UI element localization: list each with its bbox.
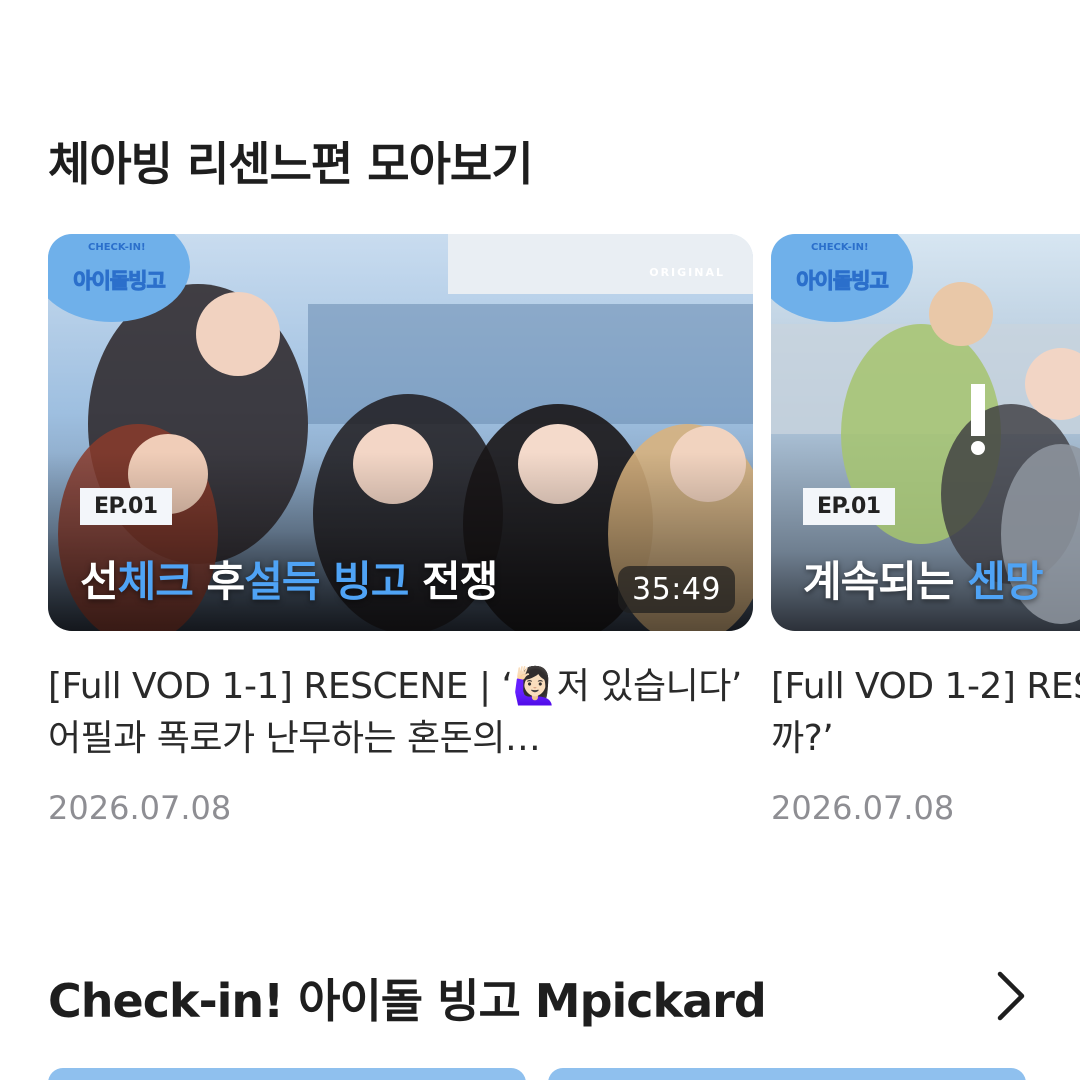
mpickard-carousel-peek — [48, 1068, 1080, 1080]
thumbnail-caption: 선체크 후설득 빙고 전쟁 — [80, 548, 498, 609]
caption-part: 전쟁 — [422, 557, 498, 606]
video-title[interactable]: [Full VOD 1-2] RESCENE | ‘리센느 계십니까?’ — [771, 661, 1080, 765]
thumbnail-caption: 계속되는 센망 — [803, 548, 1043, 609]
duration-badge: 35:49 — [618, 566, 735, 613]
video-thumbnail[interactable]: CHECK-IN! 아이돌빙고 ORIGINAL EP.01 선체크 후설득 빙… — [48, 234, 753, 631]
show-logo: 아이돌빙고 — [73, 269, 167, 294]
chevron-right-icon[interactable] — [990, 968, 1030, 1024]
caption-part: 계속되는 — [803, 557, 968, 606]
logo-subtitle: CHECK-IN! — [88, 242, 146, 253]
mpickard-card-peek[interactable] — [48, 1068, 526, 1080]
mpickard-card-peek[interactable] — [548, 1068, 1026, 1080]
show-logo: 아이돌빙고 — [796, 269, 890, 294]
video-date: 2026.07.08 — [771, 789, 955, 827]
episode-tag: EP.01 — [80, 488, 172, 525]
video-thumbnail[interactable]: CHECK-IN! 아이돌빙고 EP.01 계속되는 센망 — [771, 234, 1080, 631]
caption-part-highlight: 체크 — [117, 557, 207, 606]
video-card[interactable]: CHECK-IN! 아이돌빙고 ORIGINAL EP.01 선체크 후설득 빙… — [48, 234, 753, 827]
video-carousel[interactable]: CHECK-IN! 아이돌빙고 ORIGINAL EP.01 선체크 후설득 빙… — [48, 234, 1080, 854]
caption-part: 선 — [80, 557, 119, 606]
video-date: 2026.07.08 — [48, 789, 232, 827]
caption-part-highlight: 설득 빙고 — [244, 557, 422, 606]
section-title-cheabing: 체아빙 리센느편 모아보기 — [48, 137, 534, 191]
caption-part-highlight: 센망 — [967, 557, 1043, 606]
episode-tag: EP.01 — [803, 488, 895, 525]
logo-subtitle: CHECK-IN! — [811, 242, 869, 253]
section-title-mpickard: Check-in! 아이돌 빙고 Mpickard — [48, 974, 767, 1028]
original-tag: ORIGINAL — [649, 266, 725, 279]
caption-part: 후 — [206, 557, 246, 606]
video-title[interactable]: [Full VOD 1-1] RESCENE | ‘🙋🏻‍♀️저 있습니다’ 어… — [48, 661, 753, 765]
video-card[interactable]: CHECK-IN! 아이돌빙고 EP.01 계속되는 센망 [Full VOD … — [771, 234, 1080, 827]
